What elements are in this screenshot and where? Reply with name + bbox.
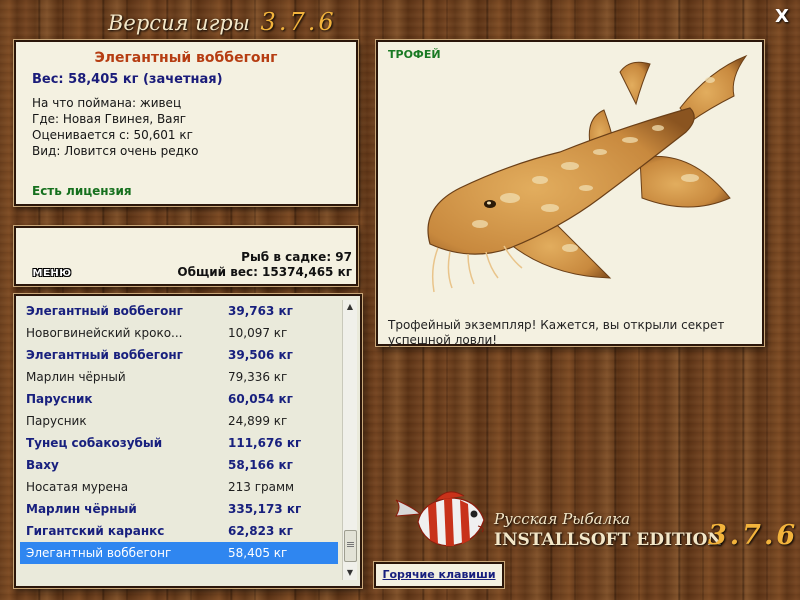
list-item-fish-weight: 58,166 кг [228, 458, 293, 472]
scrollbar-thumb[interactable] [344, 530, 357, 562]
list-item[interactable]: Парусник 24,899 кг [20, 410, 338, 432]
logo-fish-icon [395, 491, 485, 547]
location-info: Где: Новая Гвинея, Ваяг [32, 112, 187, 126]
hotkeys-button[interactable]: Горячие клавиши [374, 562, 504, 588]
list-item-fish-name: Парусник [26, 392, 93, 406]
list-item-fish-name: Парусник [26, 414, 87, 428]
trophy-label: ТРОФЕЙ [388, 48, 441, 61]
menu-button[interactable]: МЕНЮ [30, 266, 74, 282]
list-item-fish-weight: 10,097 кг [228, 326, 288, 340]
list-item[interactable]: Тунец собакозубый 111,676 кг [20, 432, 338, 454]
catch-list: Элегантный воббегонг 39,763 кг Новогвинейс… [20, 300, 338, 564]
list-item-fish-weight: 58,405 кг [228, 546, 288, 560]
list-item-fish-weight: 111,676 кг [228, 436, 302, 450]
list-item-fish-weight: 62,823 кг [228, 524, 293, 538]
list-item-fish-weight: 79,336 кг [228, 370, 288, 384]
fish-count: Рыб в садке: 97 [241, 250, 352, 264]
list-item[interactable]: Носатая мурена 213 грамм [20, 476, 338, 498]
total-weight: Общий вес: 15374,465 кг [177, 265, 352, 279]
list-item-fish-weight: 213 грамм [228, 480, 295, 494]
list-item[interactable]: Элегантный воббегонг 58,405 кг [20, 542, 338, 564]
list-item-fish-name: Элегантный воббегонг [26, 304, 183, 318]
window-title-version: 3.7.6 [260, 8, 337, 36]
list-item-fish-name: Марлин чёрный [26, 502, 137, 516]
list-item-fish-name: Элегантный воббегонг [26, 348, 183, 362]
scrollbar[interactable]: ▲ ▼ [342, 300, 357, 580]
trophy-message: Трофейный экземпляр! Кажется, вы открыли… [388, 318, 725, 347]
list-item-fish-name: Тунец собакозубый [26, 436, 163, 450]
catch-list-panel: Элегантный воббегонг 39,763 кг Новогвинейс… [14, 294, 362, 588]
list-item[interactable]: Марлин чёрный 335,173 кг [20, 498, 338, 520]
chevron-down-icon[interactable]: ▼ [343, 566, 357, 580]
rarity-info: Вид: Ловится очень редко [32, 144, 199, 158]
logo-version: 3.7.6 [708, 520, 799, 551]
list-item[interactable]: Элегантный воббегонг 39,506 кг [20, 344, 338, 366]
wobbegong-fish-image [427, 54, 748, 293]
list-item-fish-weight: 24,899 кг [228, 414, 288, 428]
fish-name: Элегантный воббегонг [94, 50, 278, 66]
logo-title: Русская Рыбалка [494, 510, 631, 528]
list-item[interactable]: Ваху 58,166 кг [20, 454, 338, 476]
window-title: Версия игры 3.7.6 [108, 8, 337, 36]
list-item[interactable]: Элегантный воббегонг 39,763 кг [20, 300, 338, 322]
list-item-fish-weight: 335,173 кг [228, 502, 302, 516]
bait-info: На что поймана: живец [32, 96, 182, 110]
list-item-fish-name: Ваху [26, 458, 59, 472]
list-item-fish-weight: 39,763 кг [228, 304, 293, 318]
chevron-up-icon[interactable]: ▲ [343, 300, 357, 314]
list-item-fish-weight: 39,506 кг [228, 348, 293, 362]
list-item[interactable]: Парусник 60,054 кг [20, 388, 338, 410]
fish-info-panel: Элегантный воббегонг Вес: 58,405 кг (зач… [14, 40, 358, 206]
list-item-fish-weight: 60,054 кг [228, 392, 293, 406]
fish-weight: Вес: 58,405 кг (зачетная) [32, 72, 223, 87]
list-item-fish-name: Носатая мурена [26, 480, 129, 494]
close-icon[interactable]: X [772, 7, 792, 27]
list-item-fish-name: Элегантный воббегонг [26, 546, 172, 560]
list-item[interactable]: Новогвинейский кроко... 10,097 кг [20, 322, 338, 344]
list-item-fish-name: Гигантский каранкс [26, 524, 165, 538]
license-status: Есть лицензия [32, 184, 132, 198]
list-item-fish-name: Новогвинейский кроко... [26, 326, 183, 340]
window-title-text: Версия игры [108, 11, 250, 35]
list-item[interactable]: Гигантский каранкс 62,823 кг [20, 520, 338, 542]
list-item-fish-name: Марлин чёрный [26, 370, 126, 384]
min-weight-info: Оценивается с: 50,601 кг [32, 128, 193, 142]
logo-edition: INSTALLSOFT EDITION [494, 530, 723, 550]
trophy-panel: ТРОФЕЙ Трофейный экземпляр! Кажется, вы … [376, 40, 764, 347]
list-item[interactable]: Марлин чёрный 79,336 кг [20, 366, 338, 388]
